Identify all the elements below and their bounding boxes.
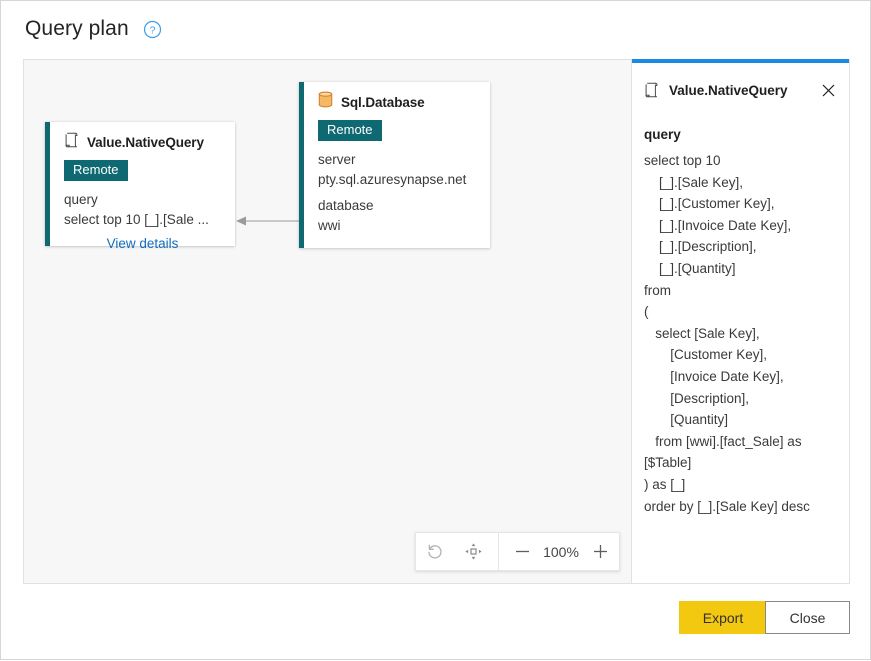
view-details-link[interactable]: View details (64, 236, 221, 251)
help-circle-icon[interactable]: ? (143, 20, 162, 39)
node-prop-server-label: server (318, 151, 356, 167)
fit-to-view-icon[interactable] (454, 533, 492, 570)
close-x-icon[interactable] (817, 79, 839, 101)
panel-header: Value.NativeQuery (632, 63, 849, 101)
svg-text:?: ? (149, 24, 155, 36)
script-scroll-icon (644, 82, 661, 99)
panel-query-text: select top 10 [_].[Sale Key], [_].[Custo… (644, 153, 810, 514)
node-prop-database-label: database (318, 197, 374, 213)
panel-property-label: query (644, 127, 681, 142)
dialog-header: Query plan ? (1, 1, 871, 57)
query-plan-canvas[interactable]: Value.NativeQuery Remote query select to… (23, 59, 632, 584)
node-badge-remote: Remote (64, 160, 128, 181)
minus-icon[interactable] (503, 533, 541, 570)
close-button[interactable]: Close (765, 601, 850, 634)
database-cylinder-icon (318, 91, 333, 113)
node-prop-database-value: wwi (318, 217, 341, 233)
dialog-body: Value.NativeQuery Remote query select to… (23, 59, 850, 584)
query-plan-dialog: Query plan ? Value.NativeQuery Remote qu… (0, 0, 871, 660)
node-prop-server-value: pty.sql.azuresynapse.net (318, 171, 467, 187)
node-header: Value.NativeQuery (64, 132, 221, 153)
node-prop-label: query (64, 191, 98, 207)
node-title: Sql.Database (341, 94, 425, 110)
node-prop-value: select top 10 [_].[Sale ... (64, 211, 209, 227)
undo-arrow-icon[interactable] (416, 533, 454, 570)
zoom-level-value: 100% (543, 543, 579, 560)
node-connector-arrow (236, 214, 300, 226)
script-scroll-icon (64, 132, 79, 153)
panel-title: Value.NativeQuery (669, 82, 788, 98)
plus-icon[interactable] (581, 533, 619, 570)
node-header: Sql.Database (318, 91, 476, 113)
graph-node-value-nativequery[interactable]: Value.NativeQuery Remote query select to… (45, 122, 235, 251)
page-title: Query plan (25, 17, 129, 40)
graph-node-sql-database[interactable]: Sql.Database Remote server pty.sql.azure… (299, 82, 490, 248)
dialog-footer: Export Close (1, 599, 871, 661)
details-side-panel: Value.NativeQuery query select top 10 [_… (631, 59, 850, 584)
node-badge-remote: Remote (318, 120, 382, 141)
node-title: Value.NativeQuery (87, 134, 204, 150)
panel-content: query select top 10 [_].[Sale Key], [_].… (632, 101, 849, 527)
zoom-toolbar: 100% (415, 532, 620, 571)
export-button[interactable]: Export (679, 601, 767, 634)
toolbar-divider (498, 533, 499, 570)
